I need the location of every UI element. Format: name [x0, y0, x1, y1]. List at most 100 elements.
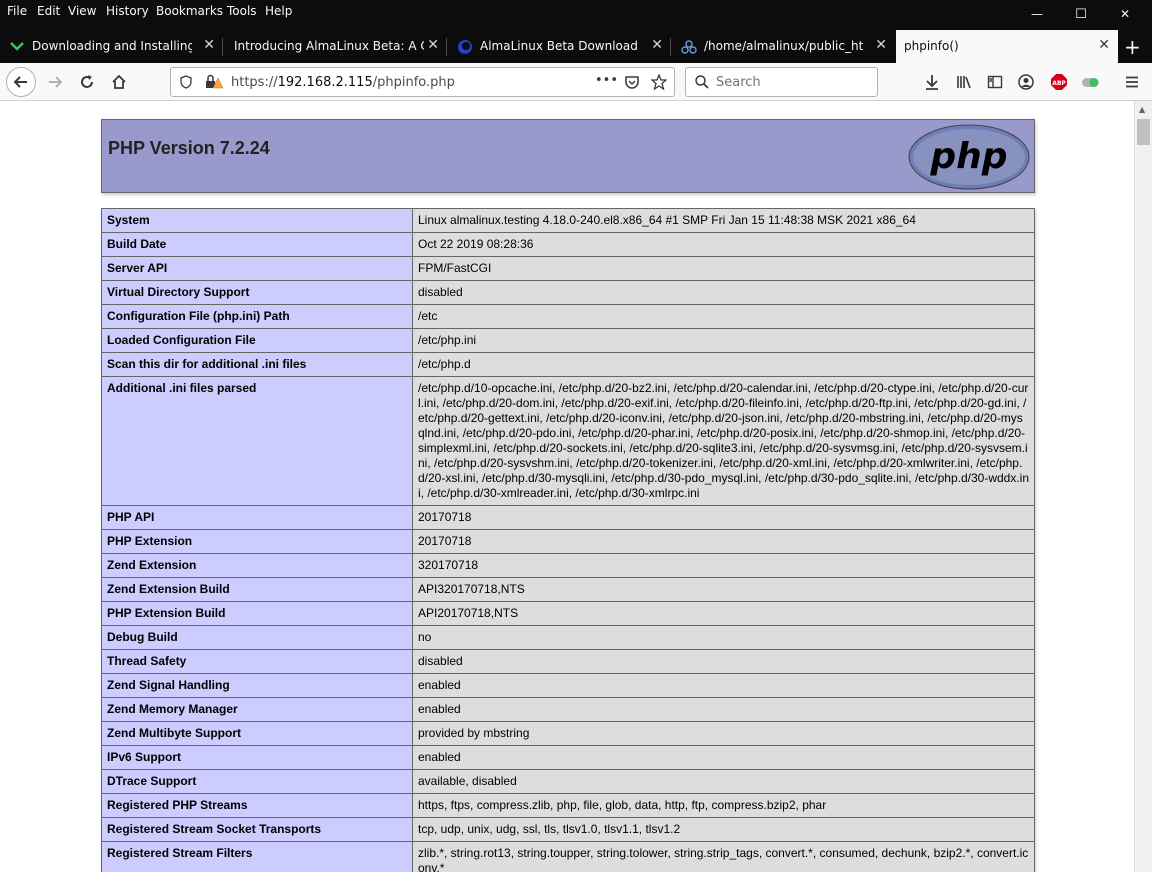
tab-title: Introducing AlmaLinux Beta: A Co [234, 39, 424, 53]
row-value: Oct 22 2019 08:28:36 [412, 232, 1035, 257]
library-button[interactable] [950, 69, 978, 95]
maximize-button[interactable]: ☐ [1066, 2, 1096, 26]
close-tab-icon[interactable]: ✕ [427, 37, 439, 53]
menu-help[interactable]: Help [265, 4, 292, 18]
tab-title: /home/almalinux/public_html [704, 39, 864, 53]
row-key: Zend Multibyte Support [101, 721, 413, 746]
row-value: tcp, udp, unix, udg, ssl, tls, tlsv1.0, … [412, 817, 1035, 842]
account-button[interactable] [1012, 69, 1040, 95]
table-row: Additional .ini files parsed/etc/php.d/1… [101, 376, 1035, 506]
downloads-button[interactable] [918, 69, 946, 95]
row-value: provided by mbstring [412, 721, 1035, 746]
vertical-scrollbar[interactable]: ▲ [1134, 101, 1152, 872]
table-row: PHP Extension 20170718 [101, 529, 1035, 554]
row-value: enabled [412, 673, 1035, 698]
search-icon [695, 75, 709, 89]
menu-history[interactable]: History [106, 4, 149, 18]
row-key: Zend Signal Handling [101, 673, 413, 698]
scrollbar-thumb[interactable] [1137, 119, 1150, 145]
php-version-header: PHP Version 7.2.24 php [101, 119, 1035, 193]
row-value: disabled [412, 280, 1035, 305]
close-tab-icon[interactable]: ✕ [875, 37, 887, 53]
php-logo[interactable]: php [908, 124, 1030, 190]
row-key: System [101, 208, 413, 233]
url-text[interactable]: https://192.168.2.115/phpinfo.php [231, 75, 455, 90]
row-key: PHP Extension Build [101, 601, 413, 626]
table-row: Zend Extension Build API320170718,NTS [101, 577, 1035, 602]
tab-separator [222, 38, 223, 56]
row-key: Virtual Directory Support [101, 280, 413, 305]
almalinux-tab-icon [458, 40, 472, 54]
adblock-plus-button[interactable]: ABP [1045, 69, 1073, 95]
table-row: Debug Build no [101, 625, 1035, 650]
row-value: API320170718,NTS [412, 577, 1035, 602]
search-bar[interactable]: Search [685, 67, 878, 97]
menu-bookmarks[interactable]: Bookmarks [156, 4, 223, 18]
tab-phpinfo[interactable]: phpinfo() ✕ [896, 30, 1118, 63]
table-row: Scan this dir for additional .ini files /… [101, 352, 1035, 377]
insecure-lock-warning-icon[interactable] [204, 74, 224, 90]
menu-view[interactable]: View [68, 4, 96, 18]
tab-title: AlmaLinux Beta Download Link [480, 39, 640, 53]
close-window-button[interactable]: ✕ [1110, 2, 1140, 26]
tab-almalinux-download[interactable]: AlmaLinux Beta Download Link ✕ [448, 30, 671, 63]
forward-button[interactable] [41, 69, 69, 95]
close-tab-icon[interactable]: ✕ [1098, 37, 1110, 53]
scroll-up-arrow-icon[interactable]: ▲ [1139, 105, 1145, 114]
tab-public-html[interactable]: /home/almalinux/public_html ✕ [672, 30, 895, 63]
row-value: API20170718,NTS [412, 601, 1035, 626]
row-value: /etc/php.d [412, 352, 1035, 377]
app-menu-button[interactable] [1118, 69, 1146, 95]
row-key: IPv6 Support [101, 745, 413, 770]
row-value: /etc [412, 304, 1035, 329]
minimize-button[interactable]: — [1022, 2, 1052, 26]
bookmark-star-icon[interactable] [651, 74, 667, 90]
row-value: 20170718 [412, 505, 1035, 530]
row-key: PHP Extension [101, 529, 413, 554]
sidebar-button[interactable] [981, 69, 1009, 95]
row-key: Loaded Configuration File [101, 328, 413, 353]
row-key: Configuration File (php.ini) Path [101, 304, 413, 329]
page-content: PHP Version 7.2.24 php System Linux almal… [0, 101, 1134, 872]
row-value: Linux almalinux.testing 4.18.0-240.el8.x… [412, 208, 1035, 233]
sidebar-icon [987, 75, 1003, 89]
row-value: zlib.*, string.rot13, string.toupper, st… [412, 841, 1035, 872]
menu-file[interactable]: File [7, 4, 27, 18]
pocket-icon[interactable] [624, 75, 640, 90]
page-actions-button[interactable]: ••• [595, 73, 618, 88]
menu-tools[interactable]: Tools [227, 4, 257, 18]
table-row: PHP API 20170718 [101, 505, 1035, 530]
url-scheme: https:// [231, 75, 278, 90]
home-button[interactable] [105, 69, 133, 95]
tab-introducing-almalinux[interactable]: Introducing AlmaLinux Beta: A Co ✕ [224, 30, 447, 63]
new-tab-button[interactable]: + [1124, 35, 1141, 59]
row-value: enabled [412, 745, 1035, 770]
tab-title: phpinfo() [904, 39, 959, 53]
adblock-plus-icon: ABP [1051, 74, 1067, 90]
tab-title: Downloading and Installing Vir [32, 39, 192, 53]
close-tab-icon[interactable]: ✕ [203, 37, 215, 53]
back-button[interactable] [6, 67, 36, 97]
menu-bar: File Edit View History Bookmarks Tools H… [0, 0, 1152, 24]
table-row: Zend Signal Handling enabled [101, 673, 1035, 698]
table-row: Thread Safety disabled [101, 649, 1035, 674]
row-value: https, ftps, compress.zlib, php, file, g… [412, 793, 1035, 818]
site-info-shield-icon[interactable] [179, 75, 193, 89]
table-row: Virtual Directory Support disabled [101, 280, 1035, 305]
row-value: available, disabled [412, 769, 1035, 794]
row-value: FPM/FastCGI [412, 256, 1035, 281]
table-row: IPv6 Support enabled [101, 745, 1035, 770]
table-row: DTrace Support available, disabled [101, 769, 1035, 794]
reload-button[interactable] [73, 69, 101, 95]
extension-toggle-button[interactable] [1077, 69, 1105, 95]
row-value: /etc/php.ini [412, 328, 1035, 353]
library-icon [957, 76, 971, 89]
close-tab-icon[interactable]: ✕ [651, 37, 663, 53]
navigation-toolbar: https://192.168.2.115/phpinfo.php ••• Se… [0, 63, 1152, 101]
table-row: Zend Extension 320170718 [101, 553, 1035, 578]
table-row: Loaded Configuration File/etc/php.ini [101, 328, 1035, 353]
download-icon [926, 75, 938, 90]
menu-edit[interactable]: Edit [37, 4, 60, 18]
tab-downloading-vir[interactable]: Downloading and Installing Vir ✕ [0, 30, 223, 63]
url-bar[interactable]: https://192.168.2.115/phpinfo.php ••• [170, 67, 675, 97]
